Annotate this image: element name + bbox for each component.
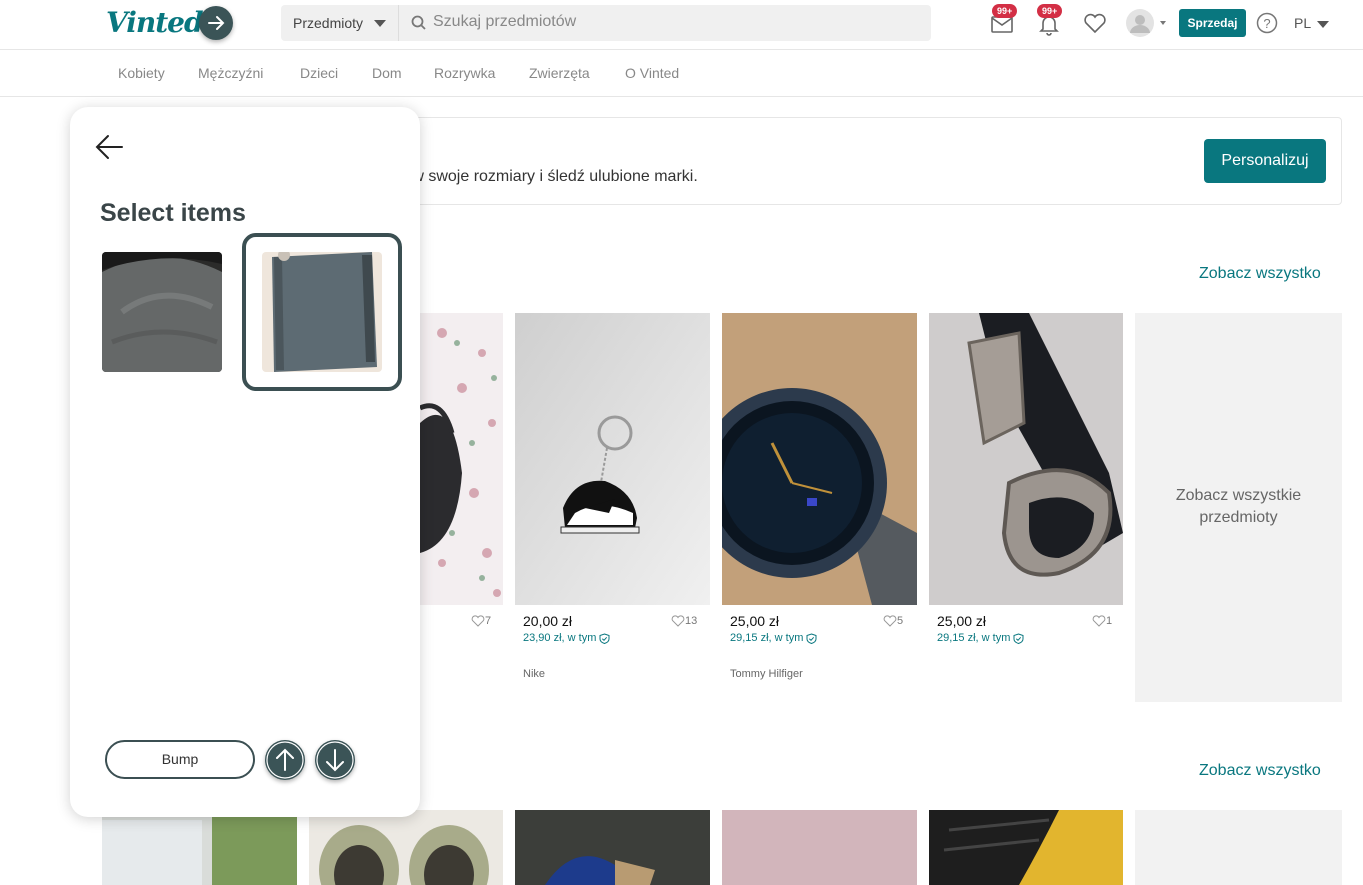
vinted-logo[interactable]: Vinted: [106, 6, 204, 39]
category-nav: Kobiety Mężczyźni Dzieci Dom Rozrywka Zw…: [0, 50, 1363, 97]
item-price: 25,00 zł: [937, 613, 987, 629]
search-icon: [411, 15, 426, 30]
item-photo[interactable]: [309, 810, 503, 885]
nav-item-kobiety[interactable]: Kobiety: [118, 65, 165, 81]
search-bar: Przedmioty Szukaj przedmiotów: [281, 5, 931, 41]
sell-button[interactable]: Sprzedaj: [1179, 9, 1246, 37]
item-likes[interactable]: 13: [671, 615, 697, 627]
arrow-down-icon: [316, 741, 354, 779]
question-circle-icon: ?: [1256, 12, 1278, 34]
language-selector[interactable]: PL: [1294, 15, 1330, 31]
item-brand[interactable]: Nike: [523, 668, 545, 680]
back-button[interactable]: [94, 131, 126, 168]
select-item-thumbnail[interactable]: [262, 252, 382, 372]
shield-check-icon: [1013, 633, 1024, 644]
item-photo[interactable]: [929, 313, 1123, 605]
nav-item-zwierzeta[interactable]: Zwierzęta: [529, 65, 590, 81]
shield-check-icon: [599, 633, 610, 644]
shield-check-icon: [806, 633, 817, 644]
item-price-protection: 29,15 zł, w tym: [730, 632, 817, 644]
item-photo-denim: [262, 252, 382, 372]
language-label: PL: [1294, 15, 1312, 31]
like-count: 13: [685, 615, 698, 627]
bump-select-panel: Select items Bump: [70, 107, 420, 817]
personalize-banner: taw swoje rozmiary i śledź ulubione mark…: [300, 117, 1342, 205]
like-count: 1: [1106, 615, 1113, 627]
item-photo-outdoor: [102, 810, 297, 885]
arrow-right-icon: [208, 16, 225, 30]
heart-icon: [471, 615, 485, 627]
avatar: [1126, 9, 1166, 37]
notifications-button[interactable]: 99+: [1037, 4, 1063, 41]
extension-arrow-button[interactable]: [199, 6, 233, 40]
item-photo[interactable]: [722, 313, 917, 605]
move-up-button[interactable]: [265, 740, 305, 780]
caret-down-icon: [1317, 20, 1330, 28]
item-photo[interactable]: [412, 313, 503, 605]
item-price: 25,00 zł: [730, 613, 780, 629]
heart-icon: [1084, 13, 1106, 34]
help-button[interactable]: ?: [1256, 12, 1278, 39]
caret-down-icon: [1160, 21, 1166, 25]
nav-item-dzieci[interactable]: Dzieci: [300, 65, 338, 81]
item-likes[interactable]: 5: [883, 615, 903, 627]
item-likes[interactable]: 1: [1092, 615, 1112, 627]
svg-text:?: ?: [1263, 16, 1270, 31]
item-price-protection: 29,15 zł, w tym: [937, 632, 1024, 644]
messages-button[interactable]: 99+: [990, 4, 1018, 39]
top-bar: Vinted Przedmioty Szukaj przedmiotów 99+…: [0, 0, 1363, 50]
see-all-link[interactable]: Zobacz wszystko: [1199, 762, 1321, 780]
nav-item-o-vinted[interactable]: O Vinted: [625, 65, 679, 81]
see-all-link[interactable]: Zobacz wszystko: [1199, 265, 1321, 283]
item-brand[interactable]: Tommy Hilfiger: [730, 668, 803, 680]
item-photo-keychain: [515, 313, 710, 605]
personalize-button[interactable]: Personalizuj: [1204, 139, 1326, 183]
item-photo[interactable]: [515, 810, 710, 885]
nav-item-rozrywka[interactable]: Rozrywka: [434, 65, 495, 81]
see-all-items-label: Zobacz wszystkie przedmioty: [1175, 487, 1302, 526]
messages-badge: 99+: [992, 4, 1018, 18]
bump-button[interactable]: Bump: [105, 740, 255, 779]
arrow-left-icon: [95, 135, 123, 159]
panel-title: Select items: [100, 199, 246, 227]
item-photo-blue-bag: [515, 810, 710, 885]
item-photo-belt: [929, 313, 1123, 605]
nav-item-dom[interactable]: Dom: [372, 65, 402, 81]
notifications-badge: 99+: [1037, 4, 1063, 18]
price-protection-text: 29,15 zł, w tym: [937, 632, 1011, 644]
price-protection-text: 29,15 zł, w tym: [730, 632, 804, 644]
search-input[interactable]: Szukaj przedmiotów: [433, 13, 576, 31]
item-price-protection: 23,90 zł, w tym: [523, 632, 610, 644]
item-photo[interactable]: [102, 810, 297, 885]
heart-icon: [883, 615, 897, 627]
item-photo-pink: [722, 810, 917, 885]
item-photo-floral: [412, 313, 503, 605]
banner-text: taw swoje rozmiary i śledź ulubione mark…: [399, 168, 698, 185]
item-likes[interactable]: 7: [471, 615, 491, 627]
heart-icon: [1092, 615, 1106, 627]
item-photo-watch: [722, 313, 917, 605]
category-dropdown[interactable]: Przedmioty: [281, 5, 399, 41]
like-count: 7: [485, 615, 492, 627]
arrow-up-icon: [266, 741, 304, 779]
move-down-button[interactable]: [315, 740, 355, 780]
item-photo-shoes: [309, 810, 503, 885]
item-photo-beanie: [102, 252, 222, 372]
item-photo[interactable]: [929, 810, 1123, 885]
favourites-button[interactable]: [1083, 12, 1107, 39]
select-item-thumbnail[interactable]: [102, 252, 222, 372]
see-all-items-card[interactable]: Zobacz wszystkie przedmioty: [1135, 313, 1342, 702]
item-photo-sneaker: [929, 810, 1123, 885]
heart-icon: [671, 615, 685, 627]
item-photo[interactable]: [722, 810, 917, 885]
see-all-items-card[interactable]: [1135, 810, 1342, 885]
nav-item-mezczyzni[interactable]: Mężczyźni: [198, 65, 263, 81]
item-price: 20,00 zł: [523, 613, 573, 629]
profile-menu-button[interactable]: [1125, 8, 1169, 45]
category-dropdown-label: Przedmioty: [293, 15, 364, 31]
price-protection-text: 23,90 zł, w tym: [523, 632, 597, 644]
like-count: 5: [897, 615, 904, 627]
caret-down-icon: [374, 20, 386, 27]
item-photo[interactable]: [515, 313, 710, 605]
